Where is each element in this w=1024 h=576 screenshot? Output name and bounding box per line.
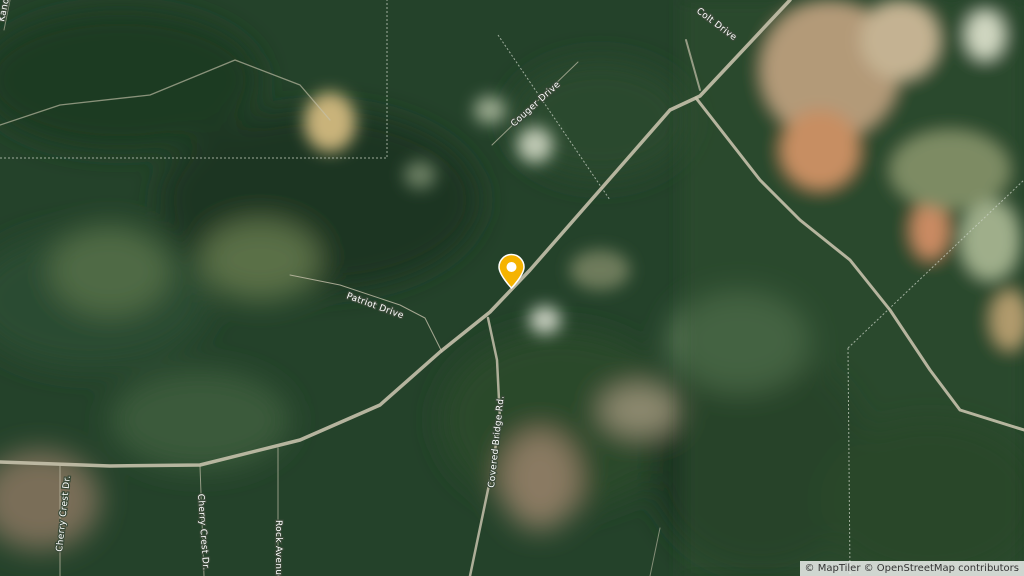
map-attribution[interactable]: © MapTiler © OpenStreetMap contributors (799, 561, 1024, 576)
location-pin-icon[interactable] (496, 253, 527, 289)
street-label-rock-avenue: Rock Avenue (273, 520, 283, 576)
attribution-text: © MapTiler © OpenStreetMap contributors (804, 563, 1019, 574)
pin-center-dot (506, 262, 517, 272)
